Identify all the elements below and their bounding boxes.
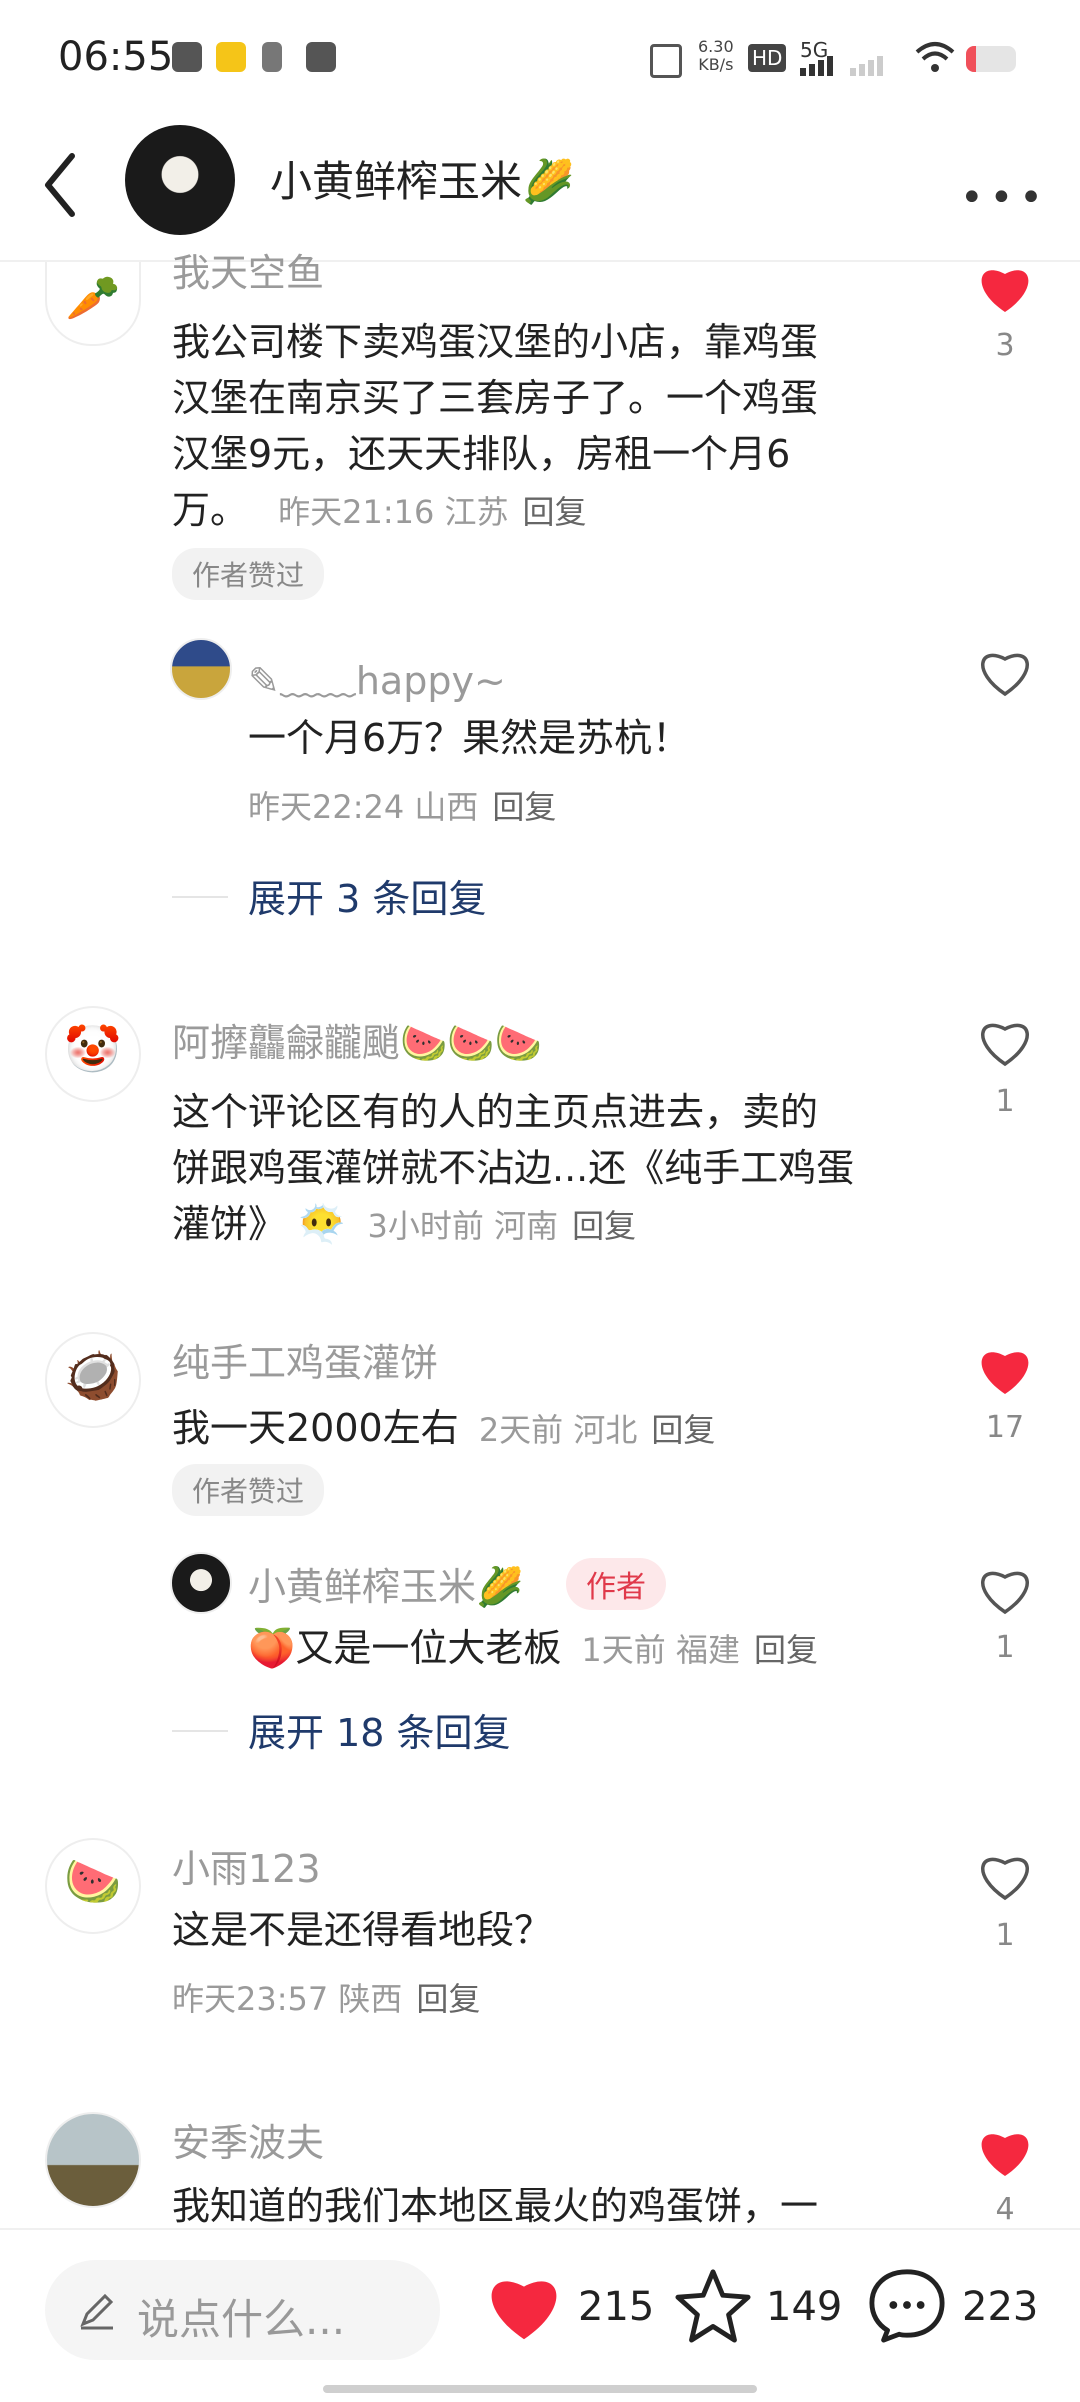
meituan-app-icon: [216, 42, 246, 72]
comment-item: 🤡 阿擵龘龣龖颵🍉🍉🍉 这个评论区有的人的主页点进去，卖的 饼跟鸡蛋灌饼就不沾边…: [0, 1000, 1080, 1260]
author-liked-badge: 作者赞过: [172, 548, 325, 600]
like-count: 1: [995, 1918, 1015, 1953]
reply-button[interactable]: 回复: [572, 1207, 636, 1245]
net-speed-value: 6.30: [698, 37, 734, 56]
commenter-avatar[interactable]: 🤡: [45, 1006, 141, 1102]
comment-input[interactable]: 说点什么...: [45, 2260, 440, 2360]
reply-button[interactable]: 回复: [523, 493, 587, 531]
commenter-name[interactable]: 小雨123: [172, 1838, 321, 1893]
like-total: 215: [578, 2284, 655, 2330]
battery-small-icon: [262, 42, 282, 72]
more-options-icon[interactable]: •••: [960, 175, 1049, 221]
comment-item: 🥕 我天空鱼 我公司楼下卖鸡蛋汉堡的小店，靠鸡蛋 汉堡在南京买了三套房子了。一个…: [0, 251, 1080, 962]
reply-button[interactable]: 回复: [754, 1631, 818, 1669]
signal-icon: [800, 56, 883, 76]
like-count: 1: [995, 1630, 1015, 1665]
like-count: 4: [995, 2192, 1015, 2227]
commenter-avatar[interactable]: 🥥: [45, 1332, 141, 1428]
comment-total: 223: [962, 2284, 1039, 2330]
commenter-avatar[interactable]: 🍉: [45, 1838, 141, 1934]
author-name[interactable]: 小黄鲜榨玉米🌽: [270, 148, 574, 209]
author-avatar[interactable]: [125, 125, 235, 235]
status-time: 06:55: [58, 34, 174, 80]
comment-time: 3小时前 河南: [367, 1207, 559, 1245]
reply-button[interactable]: 回复: [492, 788, 556, 826]
expand-divider: [172, 896, 228, 898]
like-heart-outline-icon[interactable]: [977, 1016, 1033, 1068]
voice-app-icon: [172, 42, 202, 72]
top-header: 小黄鲜榨玉米🌽 •••: [0, 110, 1080, 262]
like-count: 3: [995, 328, 1015, 363]
like-heart-outline-icon[interactable]: [977, 646, 1033, 698]
like-count: 17: [985, 1410, 1025, 1445]
expand-replies-button[interactable]: 展开 3 条回复: [248, 868, 486, 923]
author-liked-badge: 作者赞过: [172, 1464, 325, 1516]
like-heart-outline-icon[interactable]: [977, 1564, 1033, 1616]
favorite-total: 149: [766, 2284, 843, 2330]
comment-text: 我公司楼下卖鸡蛋汉堡的小店，靠鸡蛋 汉堡在南京买了三套房子了。一个鸡蛋 汉堡9元…: [172, 320, 819, 532]
comment-text: 我一天2000左右 2天前 河北 回复: [172, 1406, 716, 1450]
reply-time: 昨天22:24 山西: [248, 788, 479, 826]
replier-name[interactable]: 小黄鲜榨玉米🌽: [248, 1556, 523, 1611]
reply-text: 🍑又是一位大老板 1天前 福建 回复: [248, 1626, 818, 1670]
comment-item: 🥥 纯手工鸡蛋灌饼 我一天2000左右 2天前 河北 回复 作者赞过 17 小黄鲜…: [0, 1330, 1080, 1780]
commenter-name[interactable]: 纯手工鸡蛋灌饼: [172, 1332, 438, 1387]
like-heart-outline-icon[interactable]: [977, 1850, 1033, 1902]
reply-button[interactable]: 回复: [651, 1411, 715, 1449]
expand-replies-button[interactable]: 展开 18 条回复: [248, 1702, 511, 1757]
replier-avatar[interactable]: [170, 638, 232, 700]
commenter-name[interactable]: 我天空鱼: [172, 242, 324, 297]
hd-icon: HD: [748, 44, 787, 72]
like-count: 1: [995, 1084, 1015, 1119]
comment-text: 我知道的我们本地区最火的鸡蛋饼，一: [172, 2184, 819, 2228]
expand-divider: [172, 1730, 228, 1732]
commenter-name[interactable]: 阿擵龘龣龖颵🍉🍉🍉: [172, 1012, 542, 1067]
author-tag: 作者: [566, 1558, 666, 1610]
comment-time: 昨天21:16 江苏: [278, 493, 509, 531]
comment-item: 🍉 小雨123 这是不是还得看地段？ 昨天23:57 陕西 回复 1: [0, 1838, 1080, 2038]
app-icon: [306, 42, 336, 72]
reply-text: 一个月6万？果然是苏杭！: [248, 716, 691, 760]
like-heart-icon[interactable]: [485, 2270, 563, 2342]
status-bar: 06:55 6.30 KB/s HD 5G: [0, 0, 1080, 110]
comment-bubble-icon[interactable]: [868, 2266, 946, 2344]
pencil-icon: [80, 2293, 114, 2330]
comment-time: 2天前 河北: [478, 1411, 638, 1449]
commenter-avatar[interactable]: [45, 2112, 141, 2208]
like-heart-icon[interactable]: [977, 1344, 1033, 1396]
comment-item: 安季波夫 我知道的我们本地区最火的鸡蛋饼，一 4: [0, 2112, 1080, 2228]
input-placeholder: 说点什么...: [137, 2295, 346, 2344]
battery-icon: [966, 46, 1016, 72]
replier-avatar[interactable]: [170, 1552, 232, 1614]
vibrate-icon: [650, 44, 682, 78]
commenter-avatar[interactable]: 🥕: [45, 262, 141, 346]
back-arrow-icon[interactable]: [40, 150, 80, 220]
replier-name[interactable]: ✎﹏﹏happy~: [248, 650, 506, 705]
wifi-icon: [915, 42, 955, 72]
comment-text: 这是不是还得看地段？: [172, 1908, 553, 1952]
comment-time: 昨天23:57 陕西: [172, 1980, 403, 2018]
star-icon[interactable]: [674, 2266, 752, 2344]
bottom-action-bar: 说点什么... 215 149 223: [0, 2228, 1080, 2402]
emoji-sticker: 😶‍🌫️: [298, 1202, 346, 1246]
comment-text: 这个评论区有的人的主页点进去，卖的 饼跟鸡蛋灌饼就不沾边...还《纯手工鸡蛋 灌…: [172, 1090, 855, 1246]
commenter-name[interactable]: 安季波夫: [172, 2112, 324, 2167]
home-indicator[interactable]: [323, 2385, 757, 2393]
like-heart-icon[interactable]: [977, 262, 1033, 314]
reply-time: 1天前 福建: [581, 1631, 740, 1669]
reply-button[interactable]: 回复: [416, 1980, 480, 2018]
net-speed-unit: KB/s: [698, 55, 734, 74]
like-heart-icon[interactable]: [977, 2126, 1033, 2178]
